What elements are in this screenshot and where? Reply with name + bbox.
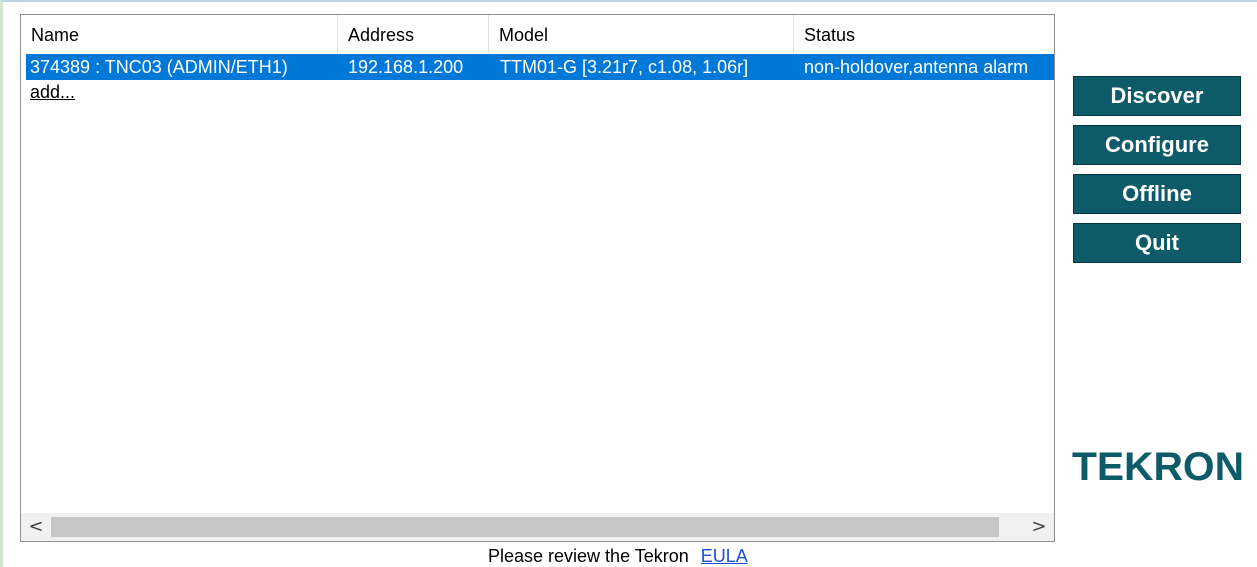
device-address-cell: 192.168.1.200 <box>348 57 464 77</box>
column-header-name[interactable]: Name <box>21 15 338 53</box>
device-list[interactable]: Name Address Model Status 374389 : TNC03… <box>20 14 1055 542</box>
device-row[interactable]: 374389 : TNC03 (ADMIN/ETH1) 192.168.1.20… <box>26 54 1054 80</box>
column-header-model[interactable]: Model <box>489 15 794 53</box>
list-header: Name Address Model Status <box>21 15 1054 53</box>
add-device-link[interactable]: add... <box>30 82 75 103</box>
offline-button[interactable]: Offline <box>1073 174 1241 214</box>
device-status-cell: non-holdover,antenna alarm <box>804 57 1029 77</box>
column-header-status[interactable]: Status <box>794 15 1054 53</box>
scroll-right-icon[interactable]: > <box>1024 513 1054 541</box>
scroll-left-icon[interactable]: < <box>21 513 51 541</box>
tekron-logo: TEKRON <box>1072 445 1244 488</box>
discover-button[interactable]: Discover <box>1073 76 1241 116</box>
device-name-cell: 374389 : TNC03 (ADMIN/ETH1) <box>30 57 288 77</box>
logo-text: TEKRON <box>1072 445 1244 488</box>
horizontal-scrollbar[interactable]: < > <box>21 513 1054 541</box>
configure-button[interactable]: Configure <box>1073 125 1241 165</box>
eula-link[interactable]: EULA <box>701 546 748 566</box>
scrollbar-thumb[interactable] <box>51 517 999 537</box>
footer-text: Please review the Tekron <box>488 546 689 566</box>
device-model-cell: TTM01-G [3.21r7, c1.08, 1.06r] <box>500 57 749 77</box>
quit-button[interactable]: Quit <box>1073 223 1241 263</box>
column-header-address[interactable]: Address <box>338 15 489 53</box>
footer: Please review the Tekron EULA <box>488 546 748 567</box>
